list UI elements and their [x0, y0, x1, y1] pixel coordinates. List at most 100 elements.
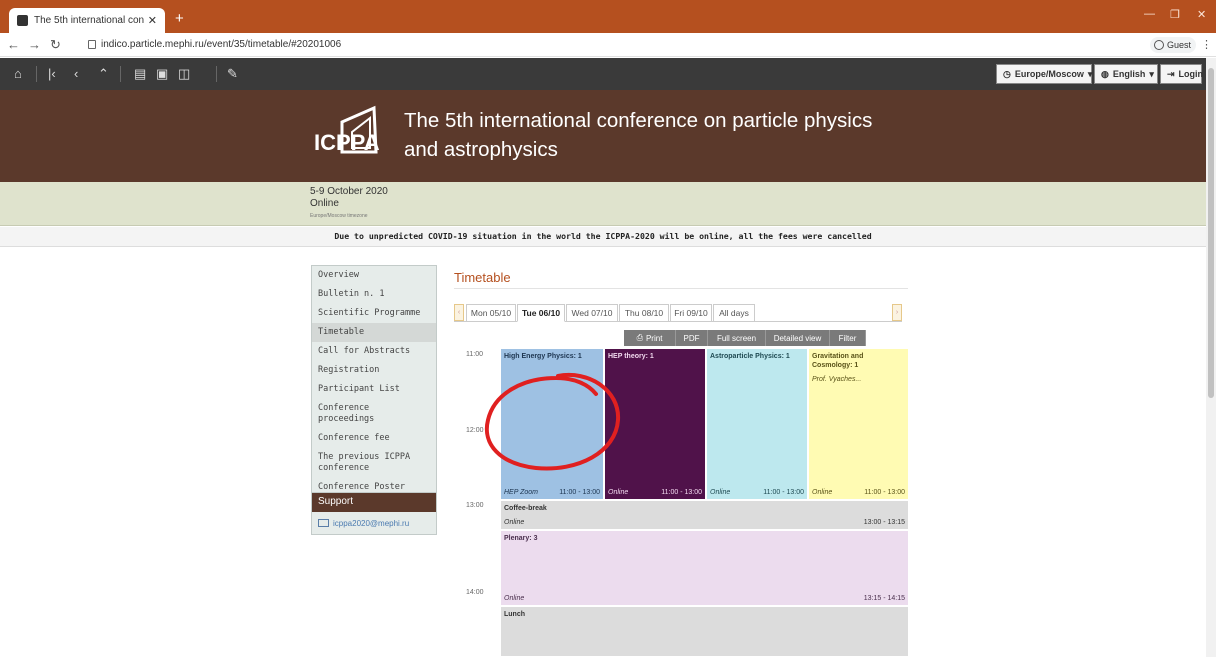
print-label: Print — [645, 333, 663, 343]
menu-item-proceedings[interactable]: Conference proceedings — [312, 399, 436, 429]
first-page-icon[interactable]: |‹ — [48, 66, 56, 81]
conference-title: The 5th international conference on part… — [404, 106, 924, 164]
menu-item-call-for-abstracts[interactable]: Call for Abstracts — [312, 342, 436, 361]
annotation-circle — [484, 372, 621, 471]
time-label: 13:00 — [466, 502, 484, 509]
browser-tab-title: The 5th international conference — [34, 15, 144, 26]
session-hours: 11:00 - 13:00 — [661, 489, 702, 496]
menu-item-conference-fee[interactable]: Conference fee — [312, 429, 436, 448]
session-block-lunch[interactable]: Lunch — [500, 606, 909, 657]
conference-location: Online — [310, 198, 339, 209]
session-block-astroparticle-physics[interactable]: Astroparticle Physics: 1 Online 11:00 - … — [706, 348, 808, 500]
logo-text: ICPPA — [314, 130, 380, 155]
toolbar-divider — [36, 66, 37, 82]
session-title: HEP theory: 1 — [608, 353, 654, 360]
time-label: 14:00 — [466, 589, 484, 596]
day-tabs: ‹ Mon 05/10 Tue 06/10 Wed 07/10 Thu 08/1… — [454, 304, 902, 322]
session-block-coffee-break[interactable]: Coffee-break Online 13:00 - 13:15 — [500, 500, 909, 530]
back-icon[interactable]: ← — [7, 37, 20, 52]
session-title: Plenary: 3 — [504, 535, 538, 542]
session-hours: 13:15 - 14:15 — [863, 595, 905, 602]
timezone-label: Europe/Moscow — [1014, 69, 1084, 79]
menu-item-overview[interactable]: Overview — [312, 266, 436, 285]
avatar-icon — [1154, 40, 1164, 50]
session-block-plenary[interactable]: Plenary: 3 Online 13:15 - 14:15 — [500, 530, 909, 606]
url-field[interactable]: indico.particle.mephi.ru/event/35/timeta… — [101, 39, 341, 50]
browser-menu-icon[interactable]: ⋮ — [1201, 38, 1212, 51]
menu-item-bulletin[interactable]: Bulletin n. 1 — [312, 285, 436, 304]
tab-all-days[interactable]: All days — [713, 304, 755, 322]
session-hours: 11:00 - 13:00 — [559, 489, 600, 496]
session-title: High Energy Physics: 1 — [504, 353, 582, 360]
session-location: Online — [812, 489, 833, 496]
indico-toolbar: ⌂ |‹ ‹ ⌃ ▤ ▣ ◫ ✎ ◷ Europe/Moscow ▾ ◍ Eng… — [0, 58, 1206, 90]
close-tab-icon[interactable]: ✕ — [148, 14, 157, 27]
scrollbar-thumb[interactable] — [1208, 68, 1214, 398]
conference-dates: 5-9 October 2020 — [310, 186, 388, 197]
reload-icon[interactable]: ↻ — [50, 37, 61, 53]
filter-button[interactable]: Filter — [830, 330, 866, 346]
conference-menu: Overview Bulletin n. 1 Scientific Progra… — [311, 265, 437, 498]
icppa-logo[interactable]: ICPPA — [312, 104, 392, 166]
session-title: Astroparticle Physics: 1 — [710, 353, 790, 360]
menu-item-timetable[interactable]: Timetable — [312, 323, 436, 342]
toolbar-divider — [120, 66, 121, 82]
conference-info-bar: 5-9 October 2020 Online Europe/Moscow ti… — [0, 182, 1206, 226]
chevron-down-icon: ▾ — [1149, 68, 1154, 79]
layout-icon[interactable]: ◫ — [178, 66, 190, 82]
forward-icon[interactable]: → — [28, 37, 41, 52]
full-screen-button[interactable]: Full screen — [708, 330, 766, 346]
address-bar: ← → ↻ indico.particle.mephi.ru/event/35/… — [0, 33, 1216, 57]
session-title: Coffee-break — [504, 505, 547, 512]
session-location: Online — [608, 489, 629, 496]
edit-icon[interactable]: ✎ — [227, 66, 238, 82]
chevron-left-icon[interactable]: ‹ — [454, 304, 464, 321]
tab-fri[interactable]: Fri 09/10 — [670, 304, 712, 322]
toolbar-divider — [216, 66, 217, 82]
minimize-icon[interactable]: — — [1144, 8, 1155, 20]
page-title: Timetable — [454, 270, 511, 285]
menu-item-scientific-programme[interactable]: Scientific Programme — [312, 304, 436, 323]
previous-icon[interactable]: ‹ — [74, 66, 78, 81]
tab-wed[interactable]: Wed 07/10 — [566, 304, 618, 322]
tab-mon[interactable]: Mon 05/10 — [466, 304, 516, 322]
timezone-selector[interactable]: ◷ Europe/Moscow ▾ — [996, 64, 1092, 84]
home-icon[interactable]: ⌂ — [14, 66, 22, 81]
pdf-button[interactable]: PDF — [676, 330, 708, 346]
site-favicon-icon — [17, 15, 28, 26]
support-email: icppa2020@mephi.ru — [333, 518, 410, 528]
language-selector[interactable]: ◍ English ▾ — [1094, 64, 1158, 84]
profile-button[interactable]: Guest — [1150, 37, 1196, 53]
session-hours: 11:00 - 13:00 — [763, 489, 804, 496]
close-window-icon[interactable]: ✕ — [1197, 8, 1206, 21]
browser-tab[interactable]: The 5th international conference ✕ — [9, 8, 165, 33]
maximize-icon[interactable]: ❐ — [1170, 8, 1180, 21]
session-hours: 13:00 - 13:15 — [863, 519, 905, 526]
session-location: Online — [504, 519, 525, 526]
support-email-link[interactable]: icppa2020@mephi.ru — [312, 512, 436, 534]
new-tab-button[interactable]: + — [175, 11, 184, 26]
session-title: Lunch — [504, 611, 525, 618]
timezone-note: Europe/Moscow timezone — [310, 213, 368, 219]
login-button[interactable]: ⇥ Login — [1160, 64, 1203, 84]
up-icon[interactable]: ⌃ — [98, 66, 109, 82]
print-button[interactable]: ⎙ Print — [624, 330, 676, 346]
support-box: Support icppa2020@mephi.ru — [311, 492, 437, 535]
menu-item-registration[interactable]: Registration — [312, 361, 436, 380]
tab-tue[interactable]: Tue 06/10 — [517, 304, 565, 322]
menu-item-participant-list[interactable]: Participant List — [312, 380, 436, 399]
conference-header: ICPPA The 5th international conference o… — [0, 90, 1206, 182]
conference-title-line2: and astrophysics — [404, 138, 558, 161]
clock-icon: ◷ — [1003, 68, 1011, 79]
session-block-gravitation-cosmology[interactable]: Gravitation and Cosmology: 1 Prof. Vyach… — [808, 348, 909, 500]
menu-item-previous-conference[interactable]: The previous ICPPA conference — [312, 448, 436, 478]
session-speaker: Prof. Vyaches... — [812, 376, 862, 383]
session-title: Gravitation and Cosmology: 1 — [812, 353, 864, 369]
detailed-view-button[interactable]: Detailed view — [766, 330, 830, 346]
timetable-actions: ⎙ Print PDF Full screen Detailed view Fi… — [624, 330, 866, 346]
calendar-icon[interactable]: ▣ — [156, 66, 168, 82]
chevron-right-icon[interactable]: › — [892, 304, 902, 321]
tab-thu[interactable]: Thu 08/10 — [619, 304, 669, 322]
document-icon[interactable]: ▤ — [134, 66, 146, 82]
session-location: Online — [710, 489, 731, 496]
